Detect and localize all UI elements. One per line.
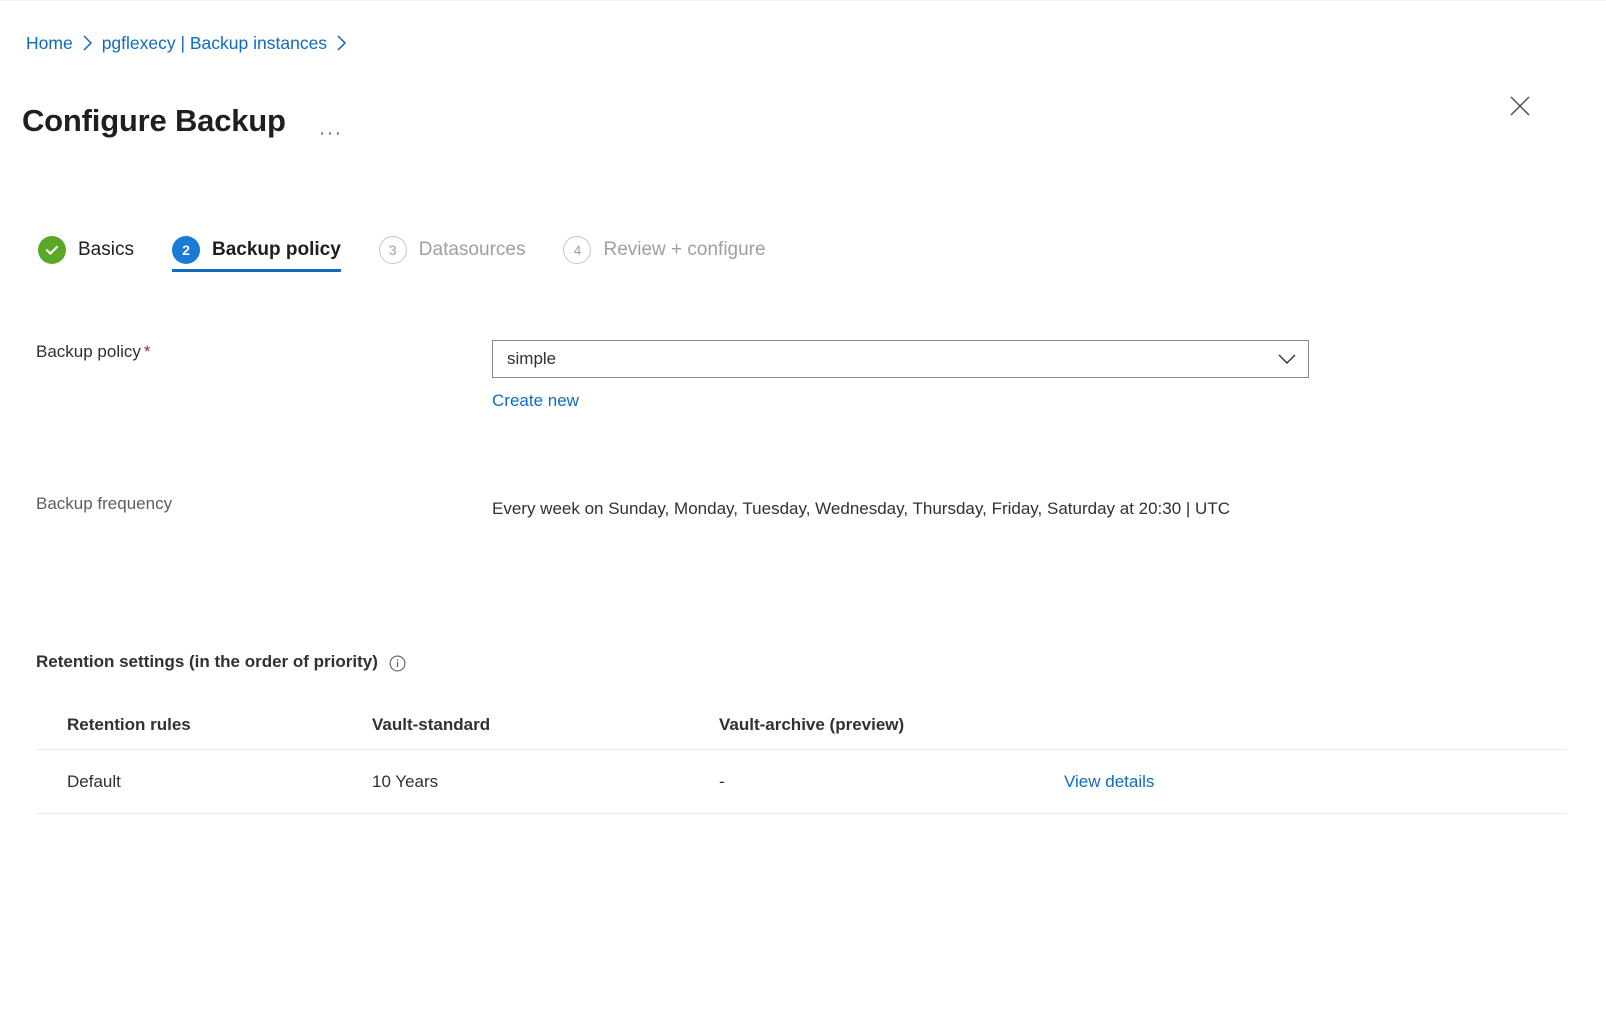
table-header-row: Retention rules Vault-standard Vault-arc… [36, 700, 1566, 750]
breadcrumb-item-backup-instances[interactable]: pgflexecy | Backup instances [102, 31, 327, 55]
breadcrumb-item-home[interactable]: Home [26, 31, 73, 55]
tab-datasources-label: Datasources [418, 239, 526, 260]
breadcrumb: Home pgflexecy | Backup instances [26, 31, 356, 55]
tab-backup-policy[interactable]: 2 Backup policy [171, 224, 341, 276]
top-divider [0, 0, 1606, 1]
page-title: Configure Backup [22, 102, 286, 138]
column-header-vault-standard: Vault-standard [372, 714, 491, 734]
retention-settings-title: Retention settings (in the order of prio… [36, 652, 378, 671]
table-row: Default 10 Years - View details [36, 750, 1566, 814]
active-tab-underline [171, 269, 341, 272]
step-number-badge-2: 2 [171, 236, 200, 264]
column-header-vault-archive: Vault-archive (preview) [719, 714, 905, 734]
info-icon[interactable] [389, 655, 406, 672]
create-new-policy-link[interactable]: Create new [492, 390, 579, 412]
backup-policy-label: Backup policy * [36, 340, 492, 364]
retention-settings-heading: Retention settings (in the order of prio… [36, 650, 406, 674]
page-header: Configure Backup ··· [22, 79, 346, 163]
backup-policy-label-text: Backup policy [36, 342, 141, 361]
chevron-down-icon [1277, 353, 1297, 365]
check-icon [38, 236, 66, 264]
close-icon [1509, 95, 1531, 117]
ellipsis-icon: ··· [319, 122, 343, 144]
tab-review-configure-label: Review + configure [603, 239, 766, 260]
wizard-steps: Basics 2 Backup policy 3 Datasources 4 R… [38, 224, 804, 276]
more-options-button[interactable]: ··· [316, 111, 346, 144]
tab-backup-policy-label: Backup policy [211, 239, 341, 260]
tab-datasources[interactable]: 3 Datasources [378, 224, 526, 276]
tab-basics[interactable]: Basics [38, 224, 134, 276]
backup-frequency-row: Backup frequency Every week on Sunday, M… [36, 492, 1230, 525]
chevron-right-icon [82, 35, 93, 51]
backup-policy-dropdown[interactable]: simple [492, 340, 1309, 378]
backup-frequency-label: Backup frequency [36, 494, 173, 513]
step-number-badge-3: 3 [378, 236, 407, 264]
cell-vault-standard: 10 Years [372, 771, 439, 791]
close-button[interactable] [1502, 88, 1538, 124]
backup-policy-field-row: Backup policy * simple Create new [36, 340, 1309, 412]
view-details-link[interactable]: View details [1064, 772, 1154, 791]
cell-vault-archive: - [719, 771, 725, 791]
chevron-right-icon-trailing [336, 35, 347, 51]
retention-rules-table: Retention rules Vault-standard Vault-arc… [36, 700, 1566, 814]
column-header-retention-rules: Retention rules [67, 714, 191, 734]
required-asterisk: * [143, 342, 151, 361]
cell-retention-rule: Default [67, 771, 121, 791]
backup-frequency-value: Every week on Sunday, Monday, Tuesday, W… [492, 499, 1230, 518]
tab-basics-label: Basics [78, 239, 134, 260]
step-number-badge-4: 4 [563, 236, 592, 264]
backup-policy-selected-value: simple [507, 349, 557, 368]
tab-review-configure[interactable]: 4 Review + configure [563, 224, 766, 276]
